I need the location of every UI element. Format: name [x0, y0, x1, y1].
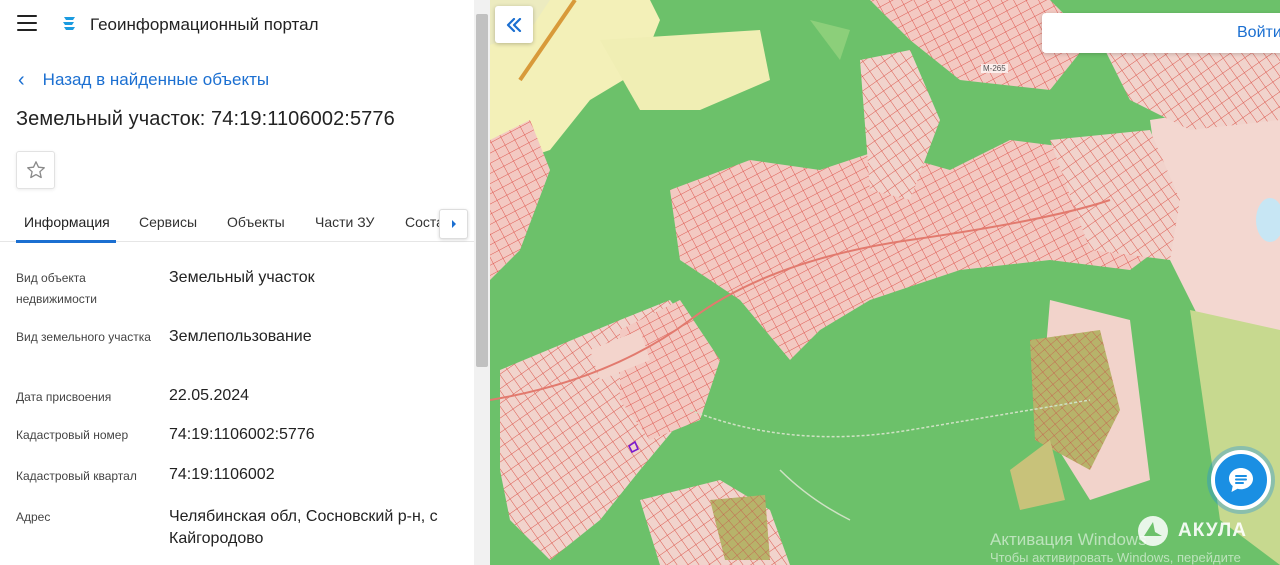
- portal-logo-icon: [63, 17, 75, 30]
- field-value-cadastral-quarter: 74:19:1106002: [169, 466, 275, 483]
- windows-activation-hint: Чтобы активировать Windows, перейдите: [990, 550, 1241, 565]
- login-button[interactable]: Войти: [1237, 24, 1280, 42]
- tab-parcel-parts[interactable]: Части ЗУ: [315, 214, 374, 230]
- field-value-address: Челябинская обл, Сосновский р-н, с Кайго…: [169, 508, 438, 547]
- shark-logo-icon: [1138, 516, 1168, 546]
- tab-services[interactable]: Сервисы: [139, 214, 197, 230]
- favorite-button[interactable]: [16, 151, 55, 189]
- map-canvas: [490, 0, 1280, 565]
- caret-right-icon: [451, 220, 456, 228]
- cadastral-map[interactable]: М-265 Активация Windows Чтобы активирова…: [490, 0, 1280, 565]
- top-bar: Геоинформационный портал: [0, 0, 474, 50]
- field-label-cadastral-quarter: Кадастровый квартал: [16, 469, 137, 483]
- object-info-panel: Геоинформационный портал ‹ Назад в найде…: [0, 0, 474, 565]
- star-icon: [26, 161, 45, 179]
- field-label-address: Адрес: [16, 510, 51, 524]
- field-value-parcel-type: Землепользование: [169, 328, 312, 345]
- chat-button[interactable]: [1211, 450, 1271, 510]
- brand-label: АКУЛА: [1178, 520, 1247, 541]
- chevron-left-icon: ‹: [18, 69, 25, 91]
- windows-activation-watermark: Активация Windows: [990, 530, 1147, 549]
- page-title: Земельный участок: 74:19:1106002:5776: [16, 108, 395, 130]
- tab-information[interactable]: Информация: [24, 214, 110, 230]
- app-title: Геоинформационный портал: [90, 15, 319, 34]
- collapse-panel-button[interactable]: [495, 6, 533, 43]
- double-chevron-left-icon: [506, 17, 522, 32]
- back-to-results-link[interactable]: ‹ Назад в найденные объекты: [18, 69, 269, 91]
- hamburger-icon[interactable]: [17, 15, 37, 31]
- field-value-cadastral-number: 74:19:1106002:5776: [169, 426, 315, 443]
- back-link-label: Назад в найденные объекты: [42, 70, 270, 89]
- field-value-assign-date: 22.05.2024: [169, 387, 250, 404]
- active-tab-indicator: [16, 240, 116, 243]
- field-label-object-type: Вид объекта недвижимости: [16, 271, 97, 306]
- field-value-object-type: Земельный участок: [169, 269, 315, 286]
- chat-bubble-icon: [1229, 468, 1253, 492]
- akula-watermark: АКУЛА: [1136, 514, 1247, 548]
- road-label: М-265: [981, 64, 1008, 73]
- field-label-assign-date: Дата присвоения: [16, 390, 112, 404]
- tabs-scroll-right-button[interactable]: [439, 209, 468, 239]
- tabs-bar: Информация Сервисы Объекты Части ЗУ Сост…: [0, 202, 474, 243]
- field-label-cadastral-number: Кадастровый номер: [16, 428, 129, 442]
- tab-objects[interactable]: Объекты: [227, 214, 285, 230]
- field-label-parcel-type: Вид земельного участка: [16, 330, 151, 344]
- panel-scrollbar-thumb[interactable]: [476, 14, 488, 367]
